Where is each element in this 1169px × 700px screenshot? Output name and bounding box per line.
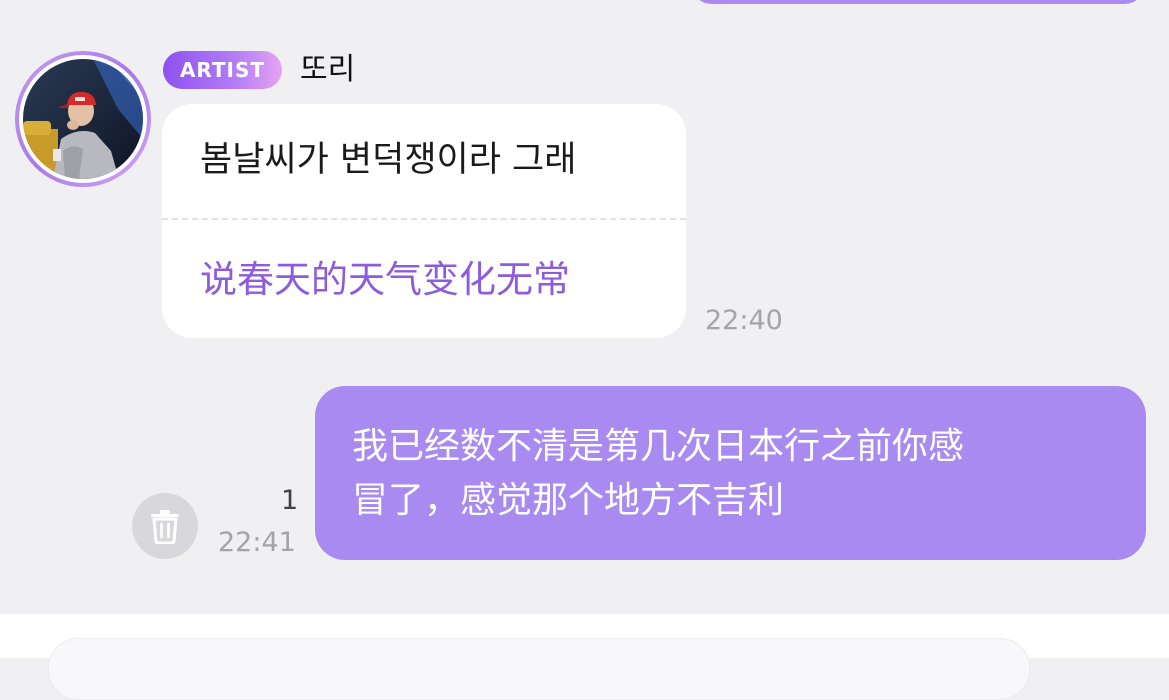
message-original-text: 봄날씨가 변덕쟁이라 그래 bbox=[200, 140, 577, 180]
artist-name[interactable]: 또리 bbox=[300, 50, 355, 90]
previous-message-bubble bbox=[690, 0, 1146, 4]
artist-message-bubble[interactable]: 봄날씨가 변덕쟁이라 그래 说春天的天气变化无常 bbox=[162, 104, 686, 338]
message-translation-text: 说春天的天气变化无常 bbox=[200, 258, 570, 301]
message-input[interactable] bbox=[48, 638, 1030, 700]
avatar-photo bbox=[23, 59, 143, 179]
my-message-line: 我已经数不清是第几次日本行之前你感 bbox=[352, 426, 965, 467]
artist-badge: ARTIST bbox=[163, 51, 282, 89]
trash-icon bbox=[151, 510, 179, 544]
artist-message-time: 22:40 bbox=[705, 305, 783, 336]
unread-count: 1 bbox=[281, 485, 299, 516]
delete-message-button[interactable] bbox=[132, 493, 198, 559]
translation-divider bbox=[162, 218, 686, 220]
my-message-line: 冒了，感觉那个地方不吉利 bbox=[352, 480, 785, 521]
my-message-bubble[interactable]: 我已经数不清是第几次日本行之前你感 冒了，感觉那个地方不吉利 bbox=[315, 386, 1146, 560]
message-input-bar bbox=[0, 614, 1169, 700]
my-message-time: 22:41 bbox=[218, 527, 296, 558]
artist-avatar[interactable] bbox=[15, 51, 151, 187]
